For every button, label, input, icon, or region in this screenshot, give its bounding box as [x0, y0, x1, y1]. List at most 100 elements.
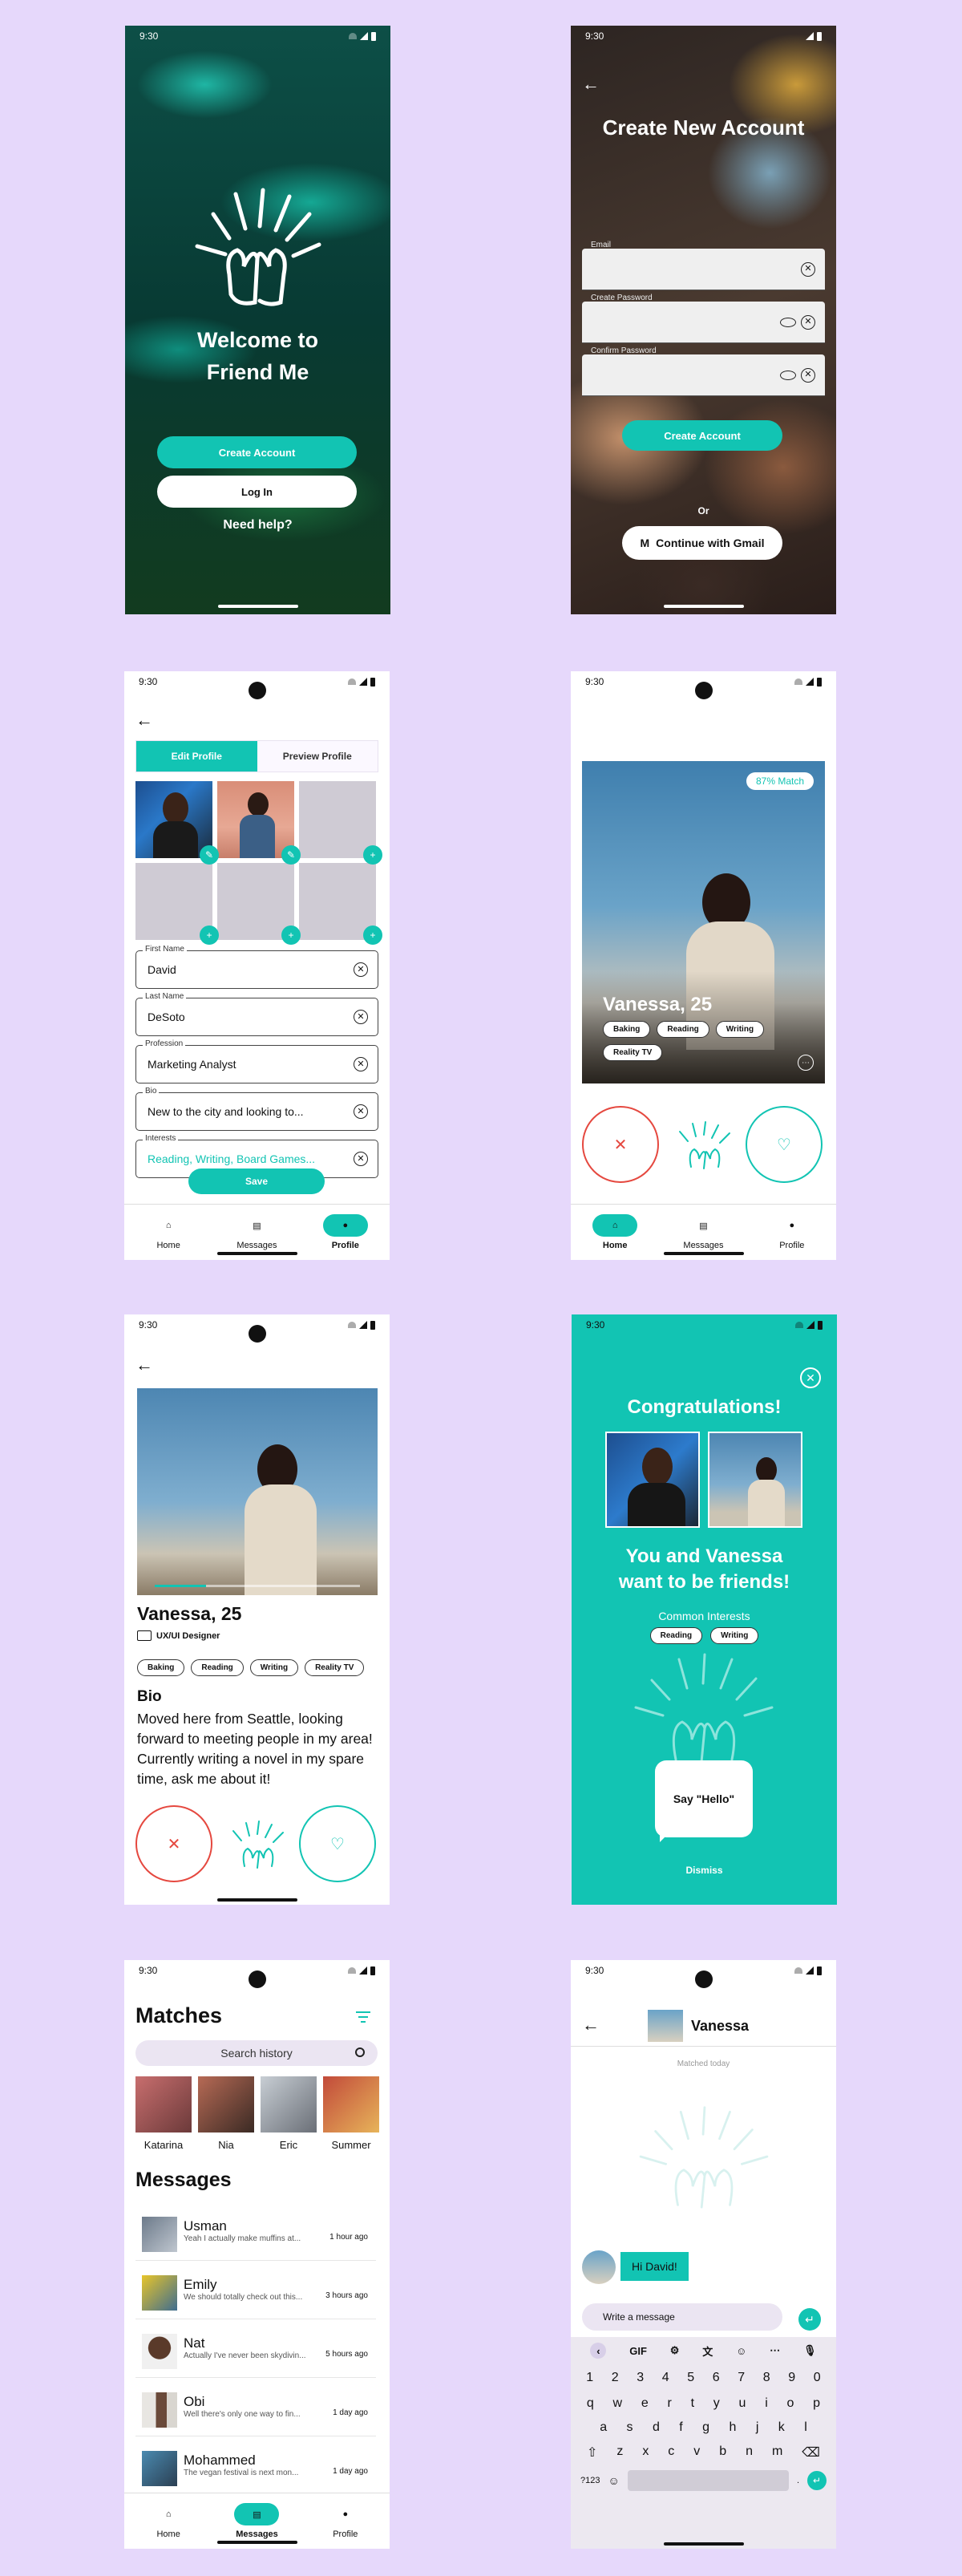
nav-messages[interactable]: ▤ Messages: [671, 1214, 735, 1251]
key[interactable]: 2: [612, 2371, 619, 2385]
clear-icon[interactable]: ✕: [354, 962, 368, 977]
key[interactable]: 6: [713, 2371, 720, 2385]
gif-button[interactable]: GIF: [629, 2345, 647, 2357]
say-hello-button[interactable]: Say "Hello": [655, 1760, 753, 1837]
nav-home[interactable]: ⌂ Home: [136, 1214, 200, 1250]
key[interactable]: 0: [814, 2371, 821, 2385]
clear-icon[interactable]: ✕: [801, 367, 815, 383]
key[interactable]: 5: [687, 2371, 694, 2385]
collapse-icon[interactable]: ‹: [590, 2343, 607, 2359]
key[interactable]: h: [729, 2420, 736, 2435]
back-arrow-icon[interactable]: ←: [582, 75, 600, 93]
nav-home[interactable]: ⌂ Home: [136, 2503, 200, 2539]
backspace-key-icon[interactable]: ⌫: [802, 2444, 820, 2461]
key[interactable]: g: [702, 2420, 709, 2435]
message-thread[interactable]: Obi Well there's only one way to fin... …: [135, 2378, 376, 2436]
email-field[interactable]: Email ✕: [582, 241, 825, 290]
key[interactable]: v: [693, 2444, 700, 2461]
sticker-icon[interactable]: ☺: [736, 2345, 746, 2357]
period-key[interactable]: .: [797, 2476, 799, 2485]
add-photo-icon[interactable]: +: [281, 925, 301, 945]
key[interactable]: l: [804, 2420, 807, 2435]
match-avatar-summer[interactable]: Summer: [323, 2076, 379, 2151]
settings-gear-icon[interactable]: ⚙: [670, 2344, 680, 2357]
key[interactable]: p: [813, 2396, 820, 2411]
profile-card[interactable]: 87% Match Vanessa, 25 Baking Reading Wri…: [582, 761, 825, 1083]
key[interactable]: f: [679, 2420, 682, 2435]
tab-preview-profile[interactable]: Preview Profile: [257, 741, 378, 772]
translate-icon[interactable]: 文: [702, 2343, 713, 2359]
match-avatar-katarina[interactable]: Katarina: [135, 2076, 192, 2151]
back-arrow-icon[interactable]: ←: [135, 711, 153, 729]
key[interactable]: i: [765, 2396, 768, 2411]
nav-home[interactable]: ⌂ Home: [583, 1214, 647, 1250]
key[interactable]: y: [713, 2396, 720, 2411]
match-avatar-nia[interactable]: Nia: [198, 2076, 254, 2151]
clear-icon[interactable]: ✕: [354, 1057, 368, 1071]
key[interactable]: t: [691, 2396, 694, 2411]
message-thread[interactable]: Usman Yeah I actually make muffins at...…: [135, 2202, 376, 2261]
back-arrow-icon[interactable]: ←: [135, 1356, 153, 1374]
key[interactable]: 9: [788, 2371, 795, 2385]
nav-profile[interactable]: ● Profile: [313, 2503, 378, 2539]
emoji-key-icon[interactable]: ☺: [608, 2474, 619, 2487]
profession-field[interactable]: Profession Marketing Analyst ✕: [135, 1039, 378, 1083]
edit-photo-icon[interactable]: ✎: [281, 845, 301, 865]
add-photo-icon[interactable]: +: [363, 845, 382, 865]
message-thread[interactable]: Mohammed The vegan festival is next mon.…: [135, 2436, 376, 2495]
key[interactable]: s: [627, 2420, 633, 2435]
continue-with-gmail-button[interactable]: M Continue with Gmail: [622, 526, 782, 560]
key[interactable]: q: [587, 2396, 594, 2411]
filter-icon[interactable]: [356, 2011, 370, 2023]
tab-edit-profile[interactable]: Edit Profile: [136, 741, 257, 772]
key[interactable]: n: [746, 2444, 753, 2461]
empty-photo-slot[interactable]: [299, 781, 376, 858]
nav-profile[interactable]: ● Profile: [760, 1214, 824, 1250]
key[interactable]: 8: [763, 2371, 770, 2385]
send-button[interactable]: ↵: [798, 2308, 821, 2331]
key[interactable]: b: [719, 2444, 726, 2461]
add-photo-icon[interactable]: +: [363, 925, 382, 945]
more-options-icon[interactable]: ⋯: [798, 1055, 814, 1071]
like-button[interactable]: ♡: [299, 1805, 376, 1882]
microphone-icon[interactable]: 🎙: [803, 2344, 817, 2357]
message-input[interactable]: Write a message: [582, 2303, 782, 2331]
key[interactable]: u: [739, 2396, 746, 2411]
enter-key-icon[interactable]: ↵: [807, 2471, 827, 2490]
message-thread[interactable]: Nat Actually I've never been skydivin...…: [135, 2319, 376, 2378]
like-button[interactable]: ♡: [746, 1106, 823, 1183]
clear-icon[interactable]: ✕: [354, 1104, 368, 1119]
first-name-field[interactable]: First Name David ✕: [135, 945, 378, 989]
last-name-field[interactable]: Last Name DeSoto ✕: [135, 992, 378, 1036]
log-in-button[interactable]: Log In: [157, 476, 357, 508]
nav-messages[interactable]: ▤ Messages: [224, 2503, 289, 2539]
dismiss-link[interactable]: Dismiss: [572, 1865, 837, 1876]
nav-profile[interactable]: ● Profile: [313, 1214, 378, 1250]
profile-photo[interactable]: [137, 1388, 378, 1595]
reject-button[interactable]: ✕: [582, 1106, 659, 1183]
profile-photo-2[interactable]: [217, 781, 294, 858]
key[interactable]: 4: [662, 2371, 669, 2385]
match-avatar-eric[interactable]: Eric: [261, 2076, 317, 2151]
space-bar[interactable]: [627, 2470, 789, 2491]
edit-photo-icon[interactable]: ✎: [200, 845, 219, 865]
clear-icon[interactable]: ✕: [354, 1152, 368, 1166]
create-password-field[interactable]: Create Password ✕: [582, 294, 825, 343]
key[interactable]: 7: [738, 2371, 745, 2385]
key[interactable]: d: [653, 2420, 660, 2435]
show-password-eye-icon[interactable]: [780, 317, 796, 327]
shift-key-icon[interactable]: ⇧: [587, 2444, 597, 2461]
search-icon[interactable]: [355, 2047, 365, 2057]
clear-icon[interactable]: ✕: [354, 1010, 368, 1024]
key[interactable]: o: [787, 2396, 794, 2411]
key[interactable]: 3: [637, 2371, 644, 2385]
confirm-password-field[interactable]: Confirm Password ✕: [582, 346, 825, 396]
save-button[interactable]: Save: [188, 1169, 325, 1194]
key[interactable]: j: [756, 2420, 759, 2435]
clear-icon[interactable]: ✕: [801, 261, 815, 277]
back-arrow-icon[interactable]: ←: [582, 2016, 600, 2034]
more-icon[interactable]: ⋯: [770, 2344, 780, 2357]
symbols-key[interactable]: ?123: [580, 2476, 600, 2485]
profile-photo-1[interactable]: [135, 781, 212, 858]
key[interactable]: c: [668, 2444, 674, 2461]
